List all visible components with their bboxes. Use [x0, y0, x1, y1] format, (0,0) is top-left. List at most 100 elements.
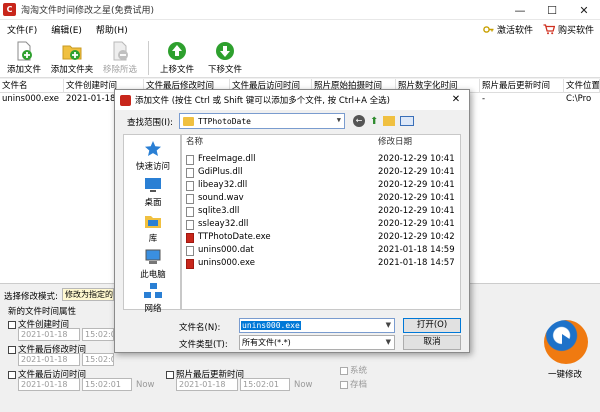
- modify-time-input[interactable]: 15:02:01: [82, 353, 114, 366]
- list-item[interactable]: FreeImage.dll 2020-12-29 10:41: [182, 153, 460, 166]
- checkbox-icon: [8, 320, 16, 329]
- mode-select[interactable]: 修改为指定的新: [62, 288, 114, 301]
- toolbar-divider: [148, 41, 149, 75]
- remove-icon: [113, 41, 128, 61]
- filename-value: unins000.exe: [241, 321, 301, 330]
- list-item[interactable]: unins000.exe 2021-01-18 14:57: [182, 257, 460, 270]
- row-filename: unins000.exe: [2, 94, 59, 104]
- app-logo-icon: C: [3, 3, 16, 16]
- file-list[interactable]: 名称 修改日期 FreeImage.dll 2020-12-29 10:41 Gd…: [181, 134, 461, 310]
- row-photo-updated: -: [482, 94, 486, 104]
- menu-file[interactable]: 文件(F): [0, 23, 44, 36]
- toolbar: 添加文件 添加文件夹 移除所选 上移文件 下移文件: [0, 38, 600, 78]
- list-item[interactable]: TTPhotoDate.exe 2020-12-29 10:42: [182, 231, 460, 244]
- photo-update-date-input[interactable]: 2021-01-18: [176, 378, 238, 391]
- list-item[interactable]: GdiPlus.dll 2020-12-29 10:41: [182, 166, 460, 179]
- filename-input[interactable]: unins000.exe ▼: [239, 318, 395, 333]
- move-up-button[interactable]: 上移文件: [153, 38, 201, 78]
- add-file-icon: [17, 41, 32, 61]
- file-date: 2020-12-29 10:41: [378, 219, 455, 229]
- chevron-down-icon: ▼: [336, 116, 341, 124]
- list-item[interactable]: sqlite3.dll 2020-12-29 10:41: [182, 205, 460, 218]
- places-bar: 快速访问 桌面 库 此电脑 网络: [123, 134, 182, 314]
- file-name: ssleay32.dll: [198, 219, 249, 229]
- create-time-input[interactable]: 15:02:01: [82, 328, 114, 341]
- place-library[interactable]: 库: [124, 213, 182, 244]
- dialog-title: 添加文件 (按住 Ctrl 或 Shift 键可以添加多个文件, 按 Ctrl+…: [135, 96, 390, 106]
- menu-help[interactable]: 帮助(H): [89, 23, 135, 36]
- file-date: 2020-12-29 10:41: [378, 193, 455, 203]
- system-attr-label: 系统: [350, 366, 368, 376]
- view-menu-icon[interactable]: [400, 116, 415, 126]
- list-item[interactable]: sound.wav 2020-12-29 10:41: [182, 192, 460, 205]
- close-button[interactable]: ✕: [568, 0, 600, 20]
- dialog-app-icon: [120, 94, 131, 106]
- mode-label: 选择修改模式:: [4, 292, 58, 302]
- col-name-header[interactable]: 名称: [186, 135, 203, 149]
- list-item[interactable]: libeay32.dll 2020-12-29 10:41: [182, 179, 460, 192]
- maximize-button[interactable]: ☐: [536, 0, 568, 20]
- folder-icon: [183, 116, 194, 126]
- col-header-photo-updated[interactable]: 照片最后更新时间: [480, 79, 564, 93]
- activate-software-button[interactable]: 激活软件: [483, 23, 533, 36]
- filetype-label: 文件类型(T):: [179, 340, 228, 350]
- one-click-modify-label: 一键修改: [548, 370, 583, 380]
- file-date: 2021-01-18 14:57: [378, 258, 455, 268]
- menu-edit[interactable]: 编辑(E): [44, 23, 89, 36]
- photo-update-now-button[interactable]: Now: [294, 380, 313, 390]
- col-header-filename[interactable]: 文件名: [0, 79, 64, 93]
- one-click-modify-button[interactable]: [544, 320, 588, 364]
- file-icon: [186, 181, 194, 191]
- place-desktop[interactable]: 桌面: [124, 177, 182, 208]
- add-file-dialog: 添加文件 (按住 Ctrl 或 Shift 键可以添加多个文件, 按 Ctrl+…: [114, 89, 470, 353]
- checkbox-icon: [8, 345, 16, 354]
- place-this-pc[interactable]: 此电脑: [124, 249, 182, 280]
- minimize-button[interactable]: —: [504, 0, 536, 20]
- file-date: 2020-12-29 10:41: [378, 206, 455, 216]
- lookin-value: TTPhotoDate: [198, 116, 251, 126]
- key-icon: [483, 25, 494, 33]
- dialog-close-button[interactable]: ✕: [443, 90, 469, 110]
- col-date-header[interactable]: 修改日期: [378, 135, 412, 149]
- dialog-nav-icons: ← ⬆: [353, 113, 415, 129]
- exe-icon: [186, 233, 194, 243]
- file-date: 2021-01-18 14:59: [378, 245, 455, 255]
- up-folder-icon[interactable]: ⬆: [370, 116, 378, 127]
- system-attr-checkbox[interactable]: 系统: [340, 364, 367, 376]
- remove-selected-button[interactable]: 移除所选: [96, 38, 144, 78]
- play-icon: [562, 334, 574, 350]
- add-file-button[interactable]: 添加文件: [0, 38, 48, 78]
- buy-software-button[interactable]: 购买软件: [543, 23, 594, 36]
- file-icon: [186, 155, 194, 165]
- remove-selected-label: 移除所选: [102, 65, 137, 75]
- filetype-select[interactable]: 所有文件(*.*) ▼: [239, 335, 395, 350]
- move-down-button[interactable]: 下移文件: [201, 38, 249, 78]
- add-folder-button[interactable]: 添加文件夹: [48, 38, 96, 78]
- checkbox-icon: [166, 370, 174, 379]
- add-file-label: 添加文件: [6, 65, 41, 75]
- arrow-up-icon: [168, 42, 186, 60]
- place-quick-access[interactable]: 快速访问: [124, 141, 182, 172]
- modify-date-input[interactable]: 2021-01-18: [18, 353, 80, 366]
- back-icon[interactable]: ←: [353, 115, 365, 127]
- list-item[interactable]: unins000.dat 2021-01-18 14:59: [182, 244, 460, 257]
- col-header-location[interactable]: 文件位置: [564, 79, 600, 93]
- archive-attr-checkbox[interactable]: 存档: [340, 378, 367, 390]
- access-now-button[interactable]: Now: [136, 380, 155, 390]
- access-time-input[interactable]: 15:02:01: [82, 378, 132, 391]
- place-quick-access-label: 快速访问: [135, 162, 170, 172]
- list-item[interactable]: ssleay32.dll 2020-12-29 10:41: [182, 218, 460, 231]
- file-name: GdiPlus.dll: [198, 167, 243, 177]
- lookin-dropdown[interactable]: TTPhotoDate ▼: [179, 113, 345, 129]
- place-network[interactable]: 网络: [124, 283, 182, 314]
- open-button[interactable]: 打开(O): [403, 318, 461, 333]
- new-folder-icon[interactable]: [383, 116, 396, 126]
- photo-update-time-input[interactable]: 15:02:01: [240, 378, 290, 391]
- create-date-input[interactable]: 2021-01-18: [18, 328, 80, 341]
- cancel-button[interactable]: 取消: [403, 335, 461, 350]
- lookin-label: 查找范围(I):: [127, 118, 174, 128]
- access-date-input[interactable]: 2021-01-18: [18, 378, 80, 391]
- archive-attr-label: 存档: [350, 380, 368, 390]
- file-icon: [186, 194, 194, 204]
- title-bar: C 淘淘文件时间修改之星(免费试用) — ☐ ✕: [0, 0, 600, 20]
